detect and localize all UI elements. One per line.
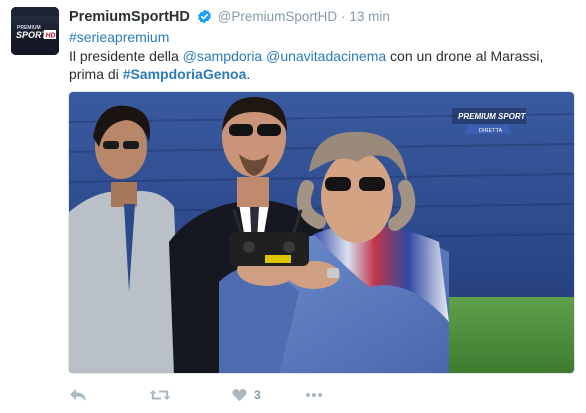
tweet-photo[interactable]: PREMIUM SPORT DIRETTA bbox=[68, 91, 575, 374]
stadium-photo: PREMIUM SPORT DIRETTA bbox=[69, 92, 574, 373]
more-button[interactable] bbox=[305, 385, 323, 405]
reply-icon bbox=[70, 389, 86, 401]
avatar-sport-text: SPORT bbox=[16, 30, 48, 40]
display-name[interactable]: PremiumSportHD bbox=[69, 9, 190, 25]
mention-sampdoria[interactable]: @sampdoria bbox=[183, 48, 263, 64]
watermark-diretta: DIRETTA bbox=[479, 128, 502, 134]
like-button[interactable]: 3 bbox=[232, 385, 261, 405]
text-segment: prima di bbox=[69, 66, 123, 82]
tweet-text-line-2: prima di #SampdoriaGenoa. bbox=[69, 65, 574, 84]
text-segment: con un drone al Marassi, bbox=[386, 47, 544, 64]
tweet-text: #serieapremium Il presidente della @samp… bbox=[69, 28, 574, 84]
hashtag-sampdoriagenoa[interactable]: #SampdoriaGenoa bbox=[123, 66, 247, 82]
timestamp[interactable]: 13 min bbox=[349, 9, 390, 24]
premium-sport-logo: PREMIUM SPORT HD bbox=[11, 7, 59, 55]
watermark-premium-sport: PREMIUM SPORT bbox=[458, 112, 527, 121]
avatar-hd-text: HD bbox=[46, 33, 56, 40]
retweet-button[interactable] bbox=[149, 385, 171, 405]
mention-unavitadacinema[interactable]: @unavitadacinema bbox=[266, 48, 386, 64]
retweet-icon bbox=[149, 390, 171, 400]
tweet: PREMIUM SPORT HD PremiumSportHD @Premium… bbox=[0, 0, 586, 413]
avatar[interactable]: PREMIUM SPORT HD bbox=[11, 7, 59, 55]
heart-icon bbox=[232, 389, 247, 402]
more-icon bbox=[306, 393, 322, 397]
verified-badge-icon bbox=[197, 9, 212, 29]
tweet-actions: 3 bbox=[69, 385, 369, 405]
tweet-text-line-1: Il presidente della @sampdoria @unavitad… bbox=[69, 47, 574, 66]
text-period: . bbox=[246, 66, 251, 82]
text-segment: Il presidente della bbox=[69, 47, 183, 64]
like-count: 3 bbox=[254, 388, 261, 402]
hashtag-serieapremium[interactable]: #serieapremium bbox=[69, 29, 169, 45]
tweet-header: PremiumSportHD @PremiumSportHD · 13 min bbox=[69, 6, 390, 26]
user-handle[interactable]: @PremiumSportHD bbox=[218, 9, 337, 24]
separator-dot: · bbox=[341, 9, 346, 24]
reply-button[interactable] bbox=[69, 385, 87, 405]
